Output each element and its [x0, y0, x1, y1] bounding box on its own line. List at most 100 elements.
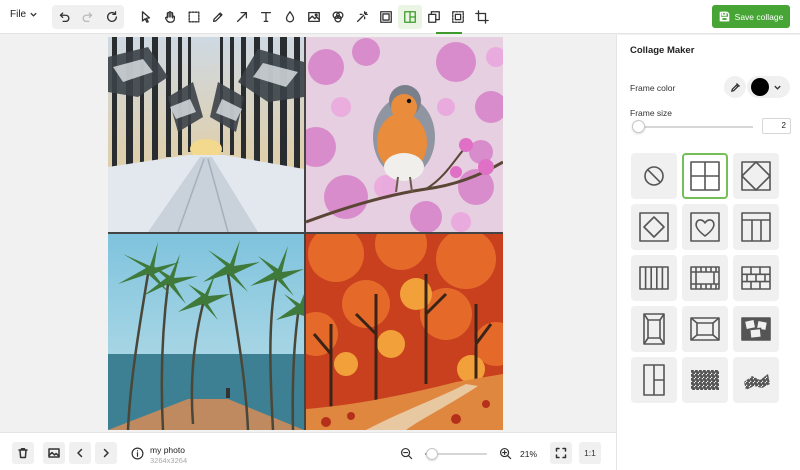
- frame-tool[interactable]: [374, 5, 398, 29]
- layout-brick-grid[interactable]: [682, 255, 728, 301]
- eyedropper-button[interactable]: [724, 76, 746, 98]
- zoom-slider[interactable]: [425, 448, 487, 460]
- drop-tool[interactable]: [278, 5, 302, 29]
- pencil-icon: [212, 12, 223, 23]
- layout-vertical-stripes[interactable]: [631, 255, 677, 301]
- diamond-in-square-icon: [639, 212, 669, 242]
- image-icon: [48, 448, 60, 458]
- photo-dimensions: 3264x3264: [150, 456, 188, 465]
- center-frame-icon: [690, 317, 720, 341]
- reset-button[interactable]: [100, 5, 124, 29]
- header-columns-icon: [741, 212, 771, 242]
- pointer-tool[interactable]: [134, 5, 158, 29]
- collage-cell-snowy-forest[interactable]: [108, 37, 304, 232]
- save-collage-button[interactable]: Save collage: [712, 5, 790, 28]
- crop-icon: [475, 10, 489, 24]
- layout-scattered-photos[interactable]: [733, 306, 779, 352]
- chevron-down-icon: [30, 12, 37, 17]
- frame-size-input[interactable]: 2: [762, 118, 791, 134]
- layout-brick-wall[interactable]: [733, 255, 779, 301]
- resize-icon: [452, 11, 464, 23]
- layout-header-columns[interactable]: [733, 204, 779, 250]
- layout-checker-fade[interactable]: [682, 357, 728, 403]
- editor-canvas[interactable]: [0, 35, 616, 432]
- zoom-slider-handle[interactable]: [426, 448, 439, 460]
- brick-grid-icon: [690, 266, 720, 290]
- select-tool[interactable]: [182, 5, 206, 29]
- crop-tool[interactable]: [470, 5, 494, 29]
- layout-center-frame[interactable]: [682, 306, 728, 352]
- snowy-forest-photo: [108, 37, 304, 232]
- vertical-stripes-icon: [639, 266, 669, 290]
- collage-cell-autumn-forest[interactable]: [306, 234, 503, 430]
- arrow-tool[interactable]: [230, 5, 254, 29]
- layout-no-frame[interactable]: [631, 153, 677, 199]
- magic-wand-icon: [356, 11, 368, 23]
- checker-scatter-icon: [744, 374, 770, 390]
- undo-button[interactable]: [52, 5, 76, 29]
- next-photo-button[interactable]: [95, 442, 117, 464]
- zoom-in-button[interactable]: [494, 442, 516, 464]
- zoom-out-button[interactable]: [395, 442, 417, 464]
- collage-cell-palm-beach[interactable]: [108, 234, 304, 430]
- no-frame-icon: [644, 166, 664, 186]
- previous-photo-button[interactable]: [69, 442, 91, 464]
- image-adjust-tool[interactable]: [302, 5, 326, 29]
- pencil-tool[interactable]: [206, 5, 230, 29]
- scattered-photos-icon: [741, 317, 771, 341]
- frame-size-slider-handle[interactable]: [632, 120, 646, 133]
- undo-icon: [59, 12, 70, 23]
- layers-tool[interactable]: [422, 5, 446, 29]
- fit-to-screen-button[interactable]: [550, 442, 572, 464]
- checker-fade-icon: [691, 370, 719, 390]
- image-adjust-icon: [308, 11, 320, 23]
- select-icon: [188, 11, 200, 23]
- filter-tool[interactable]: [326, 5, 350, 29]
- layers-icon: [428, 11, 440, 23]
- collage-icon: [404, 11, 416, 23]
- file-menu-label: File: [10, 9, 27, 20]
- text-tool[interactable]: [254, 5, 278, 29]
- layout-split-vertical[interactable]: [631, 357, 677, 403]
- tools-group: [134, 5, 494, 29]
- actual-size-button[interactable]: 1:1: [579, 442, 601, 464]
- delete-photo-button[interactable]: [12, 442, 34, 464]
- fit-screen-icon: [555, 447, 567, 459]
- resize-tool[interactable]: [446, 5, 470, 29]
- arrow-icon: [236, 11, 248, 23]
- heart-icon: [690, 212, 720, 242]
- frame-size-slider[interactable]: [635, 126, 753, 128]
- active-tool-indicator: [436, 32, 462, 34]
- zoom-value: 21%: [520, 449, 538, 459]
- collage-cell-robin[interactable]: [306, 37, 503, 232]
- text-icon: [260, 11, 272, 23]
- autumn-forest-photo: [306, 234, 503, 430]
- replace-photo-button[interactable]: [43, 442, 65, 464]
- layout-grid-2x2[interactable]: [682, 153, 728, 199]
- drop-icon: [285, 11, 295, 23]
- file-menu[interactable]: File: [10, 9, 38, 20]
- photo-name: my photo: [150, 445, 185, 455]
- frame-color-label: Frame color: [630, 83, 676, 93]
- pointer-icon: [141, 11, 151, 23]
- collage-preview[interactable]: [108, 37, 503, 430]
- top-toolbar: File Save collage: [0, 0, 800, 34]
- photo-info-button[interactable]: [126, 442, 148, 464]
- magic-wand-tool[interactable]: [350, 5, 374, 29]
- redo-button[interactable]: [76, 5, 100, 29]
- layout-diamond-in-square[interactable]: [631, 204, 677, 250]
- hand-tool[interactable]: [158, 5, 182, 29]
- layout-checker-scatter[interactable]: [733, 357, 779, 403]
- panel-title: Collage Maker: [630, 45, 695, 56]
- layout-portrait-frames[interactable]: [631, 306, 677, 352]
- save-icon: [719, 11, 729, 22]
- layout-heart[interactable]: [682, 204, 728, 250]
- zoom-in-icon: [499, 447, 511, 459]
- eyedropper-icon: [730, 82, 740, 92]
- frame-color-select[interactable]: [747, 76, 790, 98]
- collage-tool[interactable]: [398, 5, 422, 29]
- chevron-down-icon: [774, 85, 781, 90]
- diamond-icon: [741, 161, 771, 191]
- chevron-right-icon: [103, 448, 109, 458]
- layout-diamond[interactable]: [733, 153, 779, 199]
